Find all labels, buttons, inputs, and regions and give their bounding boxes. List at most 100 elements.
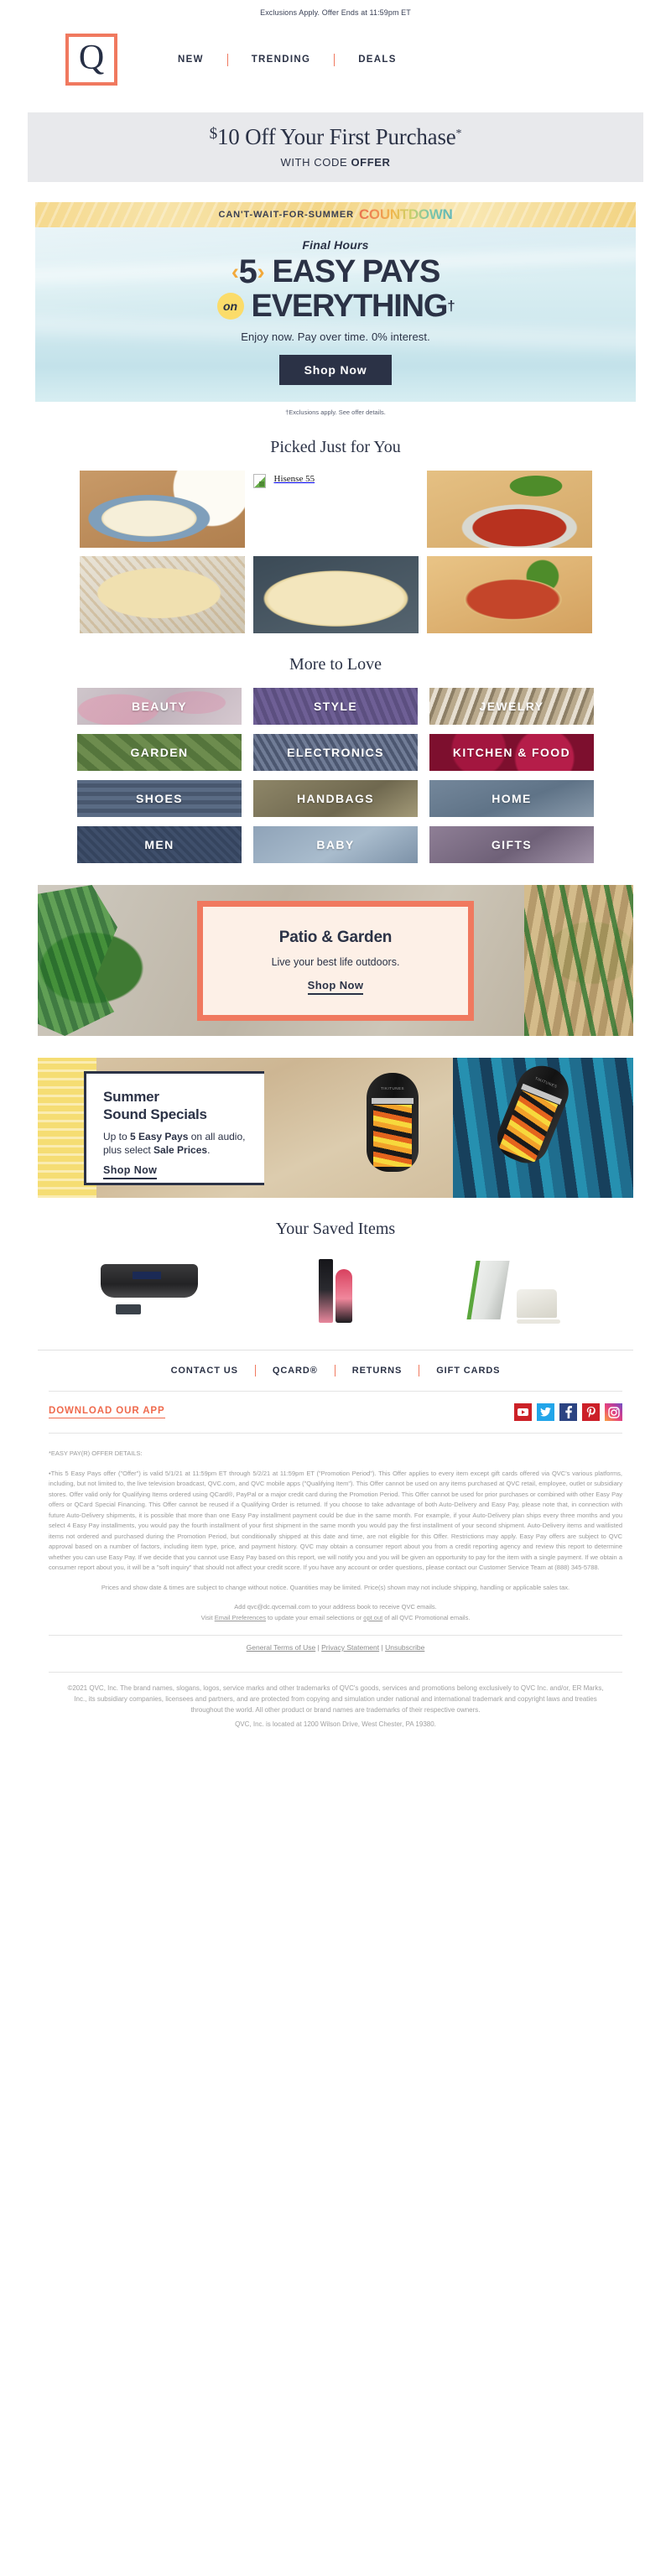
footer-link-gift-cards[interactable]: GIFT CARDS: [436, 1366, 500, 1376]
unsubscribe-link[interactable]: Unsubscribe: [385, 1643, 424, 1652]
radio-product-decor: [101, 1264, 198, 1298]
speaker-product-image: TIKITUNES: [367, 1073, 419, 1172]
body-bold-2: Sale Prices: [153, 1143, 208, 1156]
slicer-blade-decor: [517, 1319, 560, 1324]
category-tile-kitchen-and-food[interactable]: KITCHEN & FOOD: [429, 734, 594, 771]
chevron-right-icon: ›: [257, 258, 265, 284]
countdown-eyebrow-prefix: CAN'T-WAIT-FOR-SUMMER: [218, 210, 354, 220]
preheader-text: Exclusions Apply. Offer Ends at 11:59pm …: [260, 8, 411, 17]
slicer-body-decor: [466, 1261, 510, 1319]
download-app-link[interactable]: DOWNLOAD OUR APP: [49, 1406, 165, 1418]
category-tile-label: GIFTS: [491, 838, 533, 851]
nav-item-trending[interactable]: TRENDING: [252, 55, 310, 65]
sound-shop-now-link[interactable]: Shop Now: [103, 1164, 158, 1179]
primary-nav: NEW TRENDING DEALS: [178, 53, 397, 66]
offer-code-prefix: WITH CODE: [280, 156, 351, 169]
more-to-love-title: More to Love: [289, 655, 382, 674]
countdown-eyebrow-accent: COUNTDOWN: [358, 206, 453, 222]
hero-dagger: †: [447, 298, 455, 314]
category-tile-label: ELECTRONICS: [287, 746, 384, 759]
general-terms-link[interactable]: General Terms of Use: [247, 1643, 316, 1652]
footer-link-returns[interactable]: RETURNS: [352, 1366, 402, 1376]
category-tile-electronics[interactable]: ELECTRONICS: [253, 734, 418, 771]
nav-item-new[interactable]: NEW: [178, 55, 204, 65]
summer-sound-card: Summer Sound Specials Up to 5 Easy Pays o…: [84, 1070, 264, 1185]
summer-sound-title: Summer Sound Specials: [103, 1088, 264, 1123]
category-tile-jewelry[interactable]: JEWELRY: [429, 688, 594, 725]
hero-inner: Final Hours ‹ 5 › EASY PAYS on EVERYTHIN…: [35, 238, 636, 385]
speaker-cap-decor: [372, 1098, 414, 1104]
email-header: Q NEW TRENDING DEALS: [0, 17, 671, 101]
footer-nav-divider: [334, 1365, 336, 1376]
instagram-icon[interactable]: [605, 1403, 622, 1421]
product-thumb[interactable]: [252, 556, 419, 633]
category-tile-label: GARDEN: [130, 746, 189, 759]
nav-item-deals[interactable]: DEALS: [358, 55, 396, 65]
product-thumb[interactable]: [79, 471, 245, 548]
terms-links: General Terms of Use | Privacy Statement…: [0, 1636, 671, 1660]
legal-paragraph-2: Prices and show date & times are subject…: [101, 1583, 570, 1591]
hero-headline-line1: ‹ 5 › EASY PAYS: [35, 254, 636, 289]
category-tile-garden[interactable]: GARDEN: [77, 734, 242, 771]
saved-item-slicer[interactable]: [429, 1252, 594, 1330]
slicer-guard-decor: [517, 1289, 557, 1318]
wicker-chair-right-decor: [524, 885, 633, 1036]
footer-app-social-row: DOWNLOAD OUR APP: [49, 1391, 622, 1434]
broken-image-icon: [252, 474, 266, 488]
category-tile-grid: BEAUTY STYLE JEWELRY GARDEN ELECTRONICS …: [0, 688, 671, 863]
category-tile-label: SHOES: [135, 792, 183, 805]
summer-sound-title-line1: Summer: [103, 1088, 159, 1105]
category-tile-beauty[interactable]: BEAUTY: [77, 688, 242, 725]
product-thumb[interactable]: [79, 556, 245, 633]
picked-section-title: Picked Just for You: [270, 438, 401, 456]
hero-headline-line2: on EVERYTHING †: [35, 289, 636, 323]
category-tile-label: HOME: [492, 792, 532, 805]
product-thumb[interactable]: [426, 471, 592, 548]
footer-nav-divider: [254, 1365, 256, 1376]
footer-link-contact-us[interactable]: CONTACT US: [171, 1366, 238, 1376]
legal-paragraph-3: Add qvc@dc.qvcemail.com to your address …: [49, 1602, 622, 1623]
category-tile-men[interactable]: MEN: [77, 826, 242, 863]
offer-headline-text: 10 Off Your First Purchase: [216, 124, 456, 149]
nav-divider: [226, 53, 228, 66]
qvc-logo[interactable]: Q: [65, 34, 117, 86]
summer-sound-promo[interactable]: TIKITUNES TIKITUNES Summer Sound Specials…: [38, 1058, 633, 1198]
category-tile-home[interactable]: HOME: [429, 780, 594, 817]
chevron-left-icon: ‹: [231, 258, 239, 284]
twitter-icon[interactable]: [537, 1403, 554, 1421]
category-tile-style[interactable]: STYLE: [253, 688, 418, 725]
hero-disclaimer: †Exclusions apply. See offer details.: [285, 409, 386, 416]
offer-code-value: OFFER: [351, 156, 391, 169]
offer-asterisk: *: [455, 127, 462, 140]
nav-divider: [334, 53, 336, 66]
category-tile-label: STYLE: [313, 700, 358, 713]
pinterest-icon[interactable]: [582, 1403, 600, 1421]
summer-sound-title-line2: Sound Specials: [103, 1106, 207, 1122]
product-thumb[interactable]: [426, 556, 592, 633]
product-thumb-broken[interactable]: Hisense 55: [252, 471, 419, 548]
hero-line1-text: EASY PAYS: [272, 254, 440, 289]
privacy-statement-link[interactable]: Privacy Statement: [321, 1643, 379, 1652]
category-tile-baby[interactable]: BABY: [253, 826, 418, 863]
category-tile-gifts[interactable]: GIFTS: [429, 826, 594, 863]
first-purchase-offer-banner[interactable]: $10 Off Your First Purchase* WITH CODE O…: [28, 112, 643, 182]
footer-link-qcard[interactable]: QCARD®: [273, 1366, 318, 1376]
facebook-icon[interactable]: [559, 1403, 577, 1421]
email-preferences-link[interactable]: Email Preferences: [215, 1614, 266, 1621]
email-page: Exclusions Apply. Offer Ends at 11:59pm …: [0, 0, 671, 1740]
patio-garden-promo[interactable]: Patio & Garden Live your best life outdo…: [38, 885, 633, 1036]
summer-sound-body: Up to 5 Easy Pays on all audio, plus sel…: [103, 1130, 264, 1157]
hero-shop-now-button[interactable]: Shop Now: [278, 355, 393, 385]
saved-item-radio[interactable]: [77, 1252, 242, 1330]
category-tile-handbags[interactable]: HANDBAGS: [253, 780, 418, 817]
saved-item-lipstick[interactable]: [253, 1252, 418, 1330]
patio-garden-subtitle: Live your best life outdoors.: [271, 955, 400, 968]
legal-visit-text: Visit: [200, 1613, 215, 1621]
patio-shop-now-link[interactable]: Shop Now: [307, 979, 364, 995]
countdown-eyebrow-bar: CAN'T-WAIT-FOR-SUMMER COUNTDOWN: [35, 202, 636, 227]
on-bubble-badge: on: [216, 293, 244, 320]
easy-pays-hero[interactable]: CAN'T-WAIT-FOR-SUMMER COUNTDOWN Final Ho…: [35, 202, 636, 402]
category-tile-shoes[interactable]: SHOES: [77, 780, 242, 817]
opt-out-link[interactable]: opt out: [363, 1614, 382, 1621]
youtube-icon[interactable]: [514, 1403, 532, 1421]
